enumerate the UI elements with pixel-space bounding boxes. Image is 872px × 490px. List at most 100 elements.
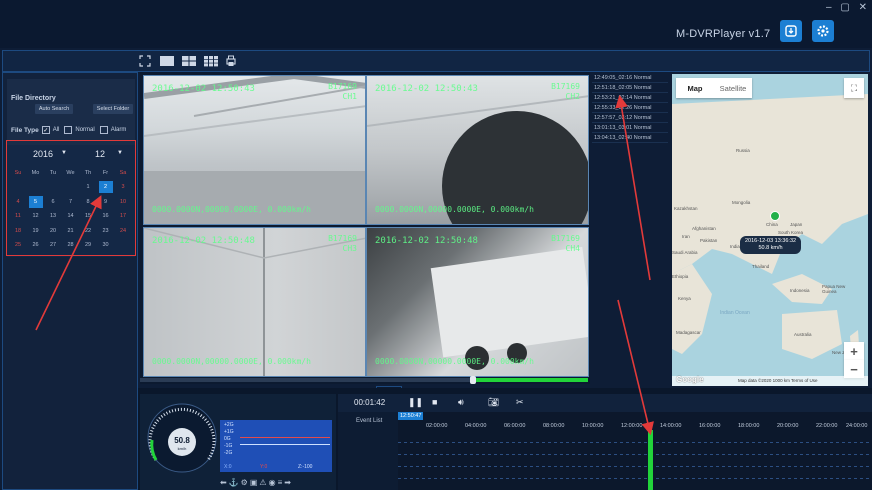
calendar-day[interactable]: 28 (64, 239, 78, 251)
month-dropdown-icon[interactable]: ▼ (117, 150, 123, 156)
tab-map[interactable]: Map (676, 78, 714, 98)
all-label: All (52, 127, 60, 133)
all-checkbox[interactable]: ✓ (41, 126, 50, 134)
map-label: South Korea (778, 230, 804, 235)
bottom-panel: 50.8 km/h +2G +1G 0G -1G -2G X:0 Y:0 Z:-… (138, 388, 872, 490)
month-select[interactable]: 12 (95, 149, 105, 159)
calendar-day[interactable]: 11 (11, 210, 25, 222)
fullscreen-icon[interactable] (139, 55, 151, 67)
camera-4-gps: 0000.0000N,00000.0000E, 0.000km/h (375, 357, 534, 366)
calendar-day[interactable]: 27 (46, 239, 60, 251)
settings-button[interactable] (812, 20, 834, 42)
weekday-header: Th (84, 170, 92, 176)
camera-view-1[interactable]: 2016-12-02 12:50:43 B17169 CH1 0000.0000N… (143, 75, 366, 225)
calendar-day[interactable]: 21 (64, 225, 78, 237)
camera-view-2[interactable]: 2016-12-02 12:50:43 B17169 CH2 0000.0000N… (366, 75, 589, 225)
nine-view-icon[interactable] (203, 55, 219, 67)
camera-2-id: B17169 CH2 (551, 82, 580, 101)
normal-checkbox[interactable] (64, 126, 73, 134)
stop-icon[interactable]: ■ (432, 397, 437, 407)
year-select[interactable]: 2016 (33, 149, 53, 159)
print-icon[interactable] (225, 55, 237, 67)
map-fullscreen-button[interactable]: ⛶ (844, 78, 864, 98)
map-label: Pakistan (700, 238, 718, 243)
calendar-day[interactable]: 18 (11, 225, 25, 237)
map-label: Japan (790, 222, 803, 227)
speed-value: 50.8 (174, 436, 190, 445)
calendar-day[interactable]: 8 (81, 196, 95, 208)
snapshot-icon[interactable]: 📷︎ (488, 397, 499, 408)
calendar-day[interactable]: 12 (29, 210, 43, 222)
vehicle-marker[interactable] (770, 211, 780, 221)
volume-icon[interactable]: 🔊︎ (458, 397, 464, 408)
calendar-day[interactable]: 30 (99, 239, 113, 251)
seek-progress (474, 378, 588, 382)
tab-satellite[interactable]: Satellite (714, 78, 752, 98)
turn-right-icon: ➡ (284, 478, 293, 487)
export-button[interactable] (780, 20, 802, 42)
calendar-day[interactable]: 22 (81, 225, 95, 237)
timeline[interactable]: 12:50:47 02:00:00 04:00:00 06:00:00 08:0… (398, 412, 872, 490)
window-controls[interactable]: – ▢ ✕ (826, 2, 870, 13)
calendar-day[interactable]: 15 (81, 210, 95, 222)
event-row[interactable]: 12:55:33_02:26 Normal (592, 104, 668, 113)
calendar-day[interactable]: 13 (46, 210, 60, 222)
timeline-current-time: 12:50:47 (398, 412, 424, 420)
calendar-day[interactable]: 5 (28, 195, 43, 208)
camera-3-gps: 0000.0000N,00000.0000E, 0.000km/h (152, 357, 311, 366)
calendar-day[interactable]: 20 (46, 225, 60, 237)
gsensor-line-x (240, 437, 330, 438)
calendar-day[interactable]: 1 (81, 181, 95, 193)
calendar-day[interactable]: 17 (116, 210, 130, 222)
calendar-day[interactable]: 4 (11, 196, 25, 208)
camera-view-3[interactable]: 2016-12-02 12:50:48 B17169 CH3 0000.0000N… (143, 227, 366, 377)
alarm-checkbox[interactable] (99, 126, 108, 134)
auto-search-button[interactable]: Auto Search (35, 104, 73, 114)
calendar-day[interactable]: 10 (116, 196, 130, 208)
calendar-day[interactable]: 7 (64, 196, 78, 208)
select-folder-button[interactable]: Select Folder (93, 104, 133, 114)
event-row[interactable]: 12:51:18_02:05 Normal (592, 84, 668, 93)
camera-1-id: B17169 CH1 (328, 82, 357, 101)
event-row[interactable]: 12:57:57_03:12 Normal (592, 114, 668, 123)
calendar-day[interactable]: 2 (98, 181, 113, 193)
video-seek-bar[interactable] (140, 376, 588, 384)
zoom-in-button[interactable]: + (844, 342, 864, 360)
quad-view-icon[interactable] (181, 55, 197, 67)
map-label: Indonesia (790, 288, 810, 293)
event-row[interactable]: 12:49:05_02:16 Normal (592, 74, 668, 83)
calendar-day[interactable]: 23 (99, 225, 113, 237)
single-view-icon[interactable] (159, 55, 175, 67)
timeline-track (398, 454, 872, 455)
calendar-day[interactable]: 19 (29, 225, 43, 237)
app-title: M-DVRPlayer v1.7 (676, 28, 771, 40)
calendar-day[interactable]: 26 (29, 239, 43, 251)
clip-icon[interactable]: ✂ (516, 397, 524, 408)
map-view[interactable]: Map Satellite ⛶ Russia Kazakhstan Mongol… (672, 74, 868, 386)
calendar-day[interactable]: 16 (99, 210, 113, 222)
event-row[interactable]: 13:04:13_02:40 Normal (592, 134, 668, 143)
settings-status-icon: ⚙ (240, 478, 250, 487)
year-dropdown-icon[interactable]: ▼ (61, 150, 67, 156)
calendar-day[interactable]: 9 (99, 196, 113, 208)
event-row[interactable]: 12:53:21_02:14 Normal (592, 94, 668, 103)
calendar-day[interactable]: 3 (116, 181, 130, 193)
seek-handle[interactable] (470, 376, 476, 384)
map-label: Madagascar (676, 330, 701, 335)
gsensor-y-label: Y:0 (260, 464, 268, 470)
map-label: China (766, 222, 778, 227)
timeline-label: 22:00:00 (816, 423, 838, 429)
calendar-day[interactable]: 6 (46, 196, 60, 208)
tooltip-time: 2016-12-03 13:36:32 (745, 238, 797, 244)
gear-icon (817, 25, 829, 37)
camera-view-4[interactable]: 2016-12-02 12:50:48 B17169 CH4 0000.0000N… (366, 227, 589, 377)
calendar-day[interactable]: 25 (11, 239, 25, 251)
pause-icon[interactable]: ❚❚ (408, 397, 423, 408)
calendar-day[interactable]: 24 (116, 225, 130, 237)
calendar-day[interactable]: 14 (64, 210, 78, 222)
map-label: Iran (682, 234, 690, 239)
map-label: Indian Ocean (720, 310, 750, 316)
calendar-day[interactable]: 29 (81, 239, 95, 251)
event-row[interactable]: 13:01:13_03:01 Normal (592, 124, 668, 133)
file-directory-section: File Directory Auto Search Select Folder… (7, 79, 135, 145)
